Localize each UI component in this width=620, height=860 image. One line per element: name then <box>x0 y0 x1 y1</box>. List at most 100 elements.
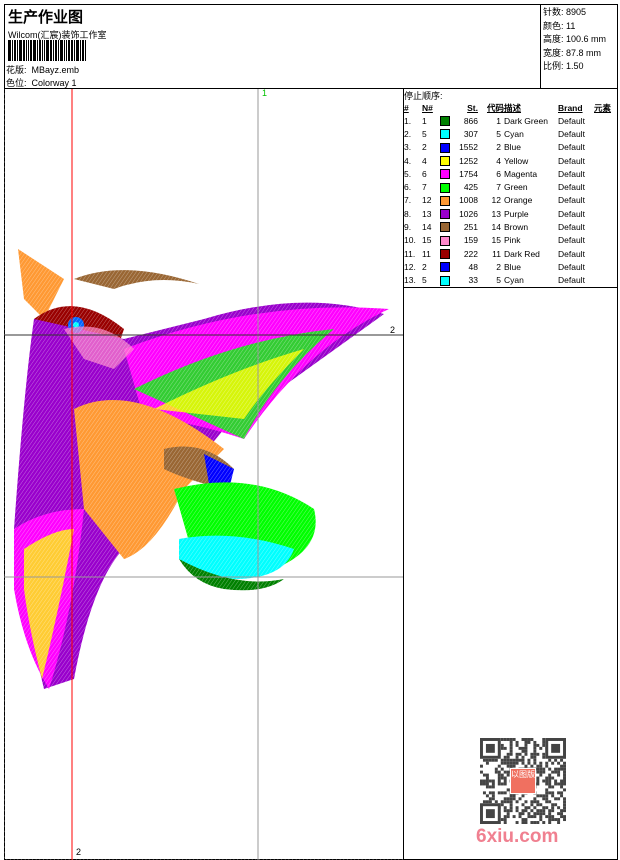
barcode-bar <box>76 40 79 61</box>
brand: Default <box>558 235 585 246</box>
color-swatch-cell <box>440 167 454 180</box>
row-index: 8. <box>404 208 412 219</box>
needle: 11 <box>422 248 431 259</box>
stitch-count: 425 <box>463 182 478 193</box>
stitch-count: 33 <box>468 275 478 286</box>
stitch-count: 866 <box>463 115 478 126</box>
barcode-bar <box>19 40 22 61</box>
barcode-bar <box>37 40 38 61</box>
color-swatch-cell <box>440 234 454 247</box>
stitch-count: 1026 <box>459 208 478 219</box>
colorway: 色位: Colorway 1 <box>6 76 77 89</box>
color-swatch-cell <box>440 114 454 127</box>
color-code: 14 <box>491 222 501 233</box>
brand: Default <box>558 195 585 206</box>
table-row: 11. 11 222 11 Dark Red Default <box>404 247 618 260</box>
color-code: 5 <box>496 275 501 286</box>
row-index: 5. <box>404 168 412 179</box>
color-swatch-cell <box>440 127 454 140</box>
needle: 14 <box>422 222 432 233</box>
design-info: 针数: 8905 颜色: 11 高度: 100.6 mm 宽度: 87.8 mm… <box>540 4 618 89</box>
table-row: 7. 12 1008 12 Orange Default <box>404 194 618 207</box>
barcode-bar <box>71 40 73 61</box>
table-row: 12. 2 48 2 Blue Default <box>404 260 618 273</box>
needle: 13 <box>422 208 432 219</box>
needle: 4 <box>422 155 427 166</box>
table-row: 8. 13 1026 13 Purple Default <box>404 207 618 220</box>
barcode-bar <box>66 40 67 61</box>
barcode-bar <box>74 40 75 61</box>
brand: Default <box>558 115 585 126</box>
row-index: 2. <box>404 128 412 139</box>
design-file: 花版: MBayz.emb <box>6 63 79 76</box>
needle: 5 <box>422 275 427 286</box>
color-description: Orange <box>504 195 533 206</box>
needle: 12 <box>422 195 432 206</box>
barcode-bar <box>14 40 16 61</box>
color-swatch <box>440 182 450 193</box>
brand: Default <box>558 155 585 166</box>
page-title: 生产作业图 <box>8 9 84 26</box>
color-description: Dark Green <box>504 115 548 126</box>
stitch-count: 1552 <box>459 142 478 153</box>
brand: Default <box>558 142 585 153</box>
watermark: 6xiu.com <box>476 826 559 847</box>
color-swatch-cell <box>440 194 454 207</box>
stitch-count: 307 <box>463 128 478 139</box>
stitch-count: 222 <box>463 248 478 259</box>
guide-label-h2: 2 <box>390 325 396 335</box>
barcode-bar <box>26 40 27 61</box>
needle: 2 <box>422 142 427 153</box>
row-index: 11. <box>404 248 416 259</box>
stitch-count: 159 <box>463 235 478 246</box>
color-description: Green <box>504 182 528 193</box>
brand: Default <box>558 248 585 259</box>
needle: 1 <box>422 115 427 126</box>
color-swatch <box>440 275 450 286</box>
row-index: 9. <box>404 222 412 233</box>
color-code: 1 <box>496 115 501 126</box>
color-swatch-cell <box>440 260 454 273</box>
table-row: 10. 15 159 15 Pink Default <box>404 234 618 247</box>
barcode-bar <box>39 40 41 61</box>
brand: Default <box>558 208 585 219</box>
brand: Default <box>558 128 585 139</box>
color-swatch-cell <box>440 141 454 154</box>
column-header: St. <box>467 102 478 113</box>
row-index: 1. <box>404 115 412 126</box>
color-description: Pink <box>504 235 521 246</box>
column-header: 元素 <box>594 102 612 113</box>
color-code: 7 <box>496 182 501 193</box>
barcode-bar <box>46 40 49 61</box>
seal-logo: 以图版 <box>510 768 536 794</box>
needle: 15 <box>422 235 432 246</box>
stop-sequence-panel: 停止顺序: # N# St. 代码 描述 Brand 元素 1. 1 866 1 Dark Gree… <box>404 89 618 288</box>
qr-code: 以图版 <box>480 738 566 824</box>
barcode-bar <box>44 40 45 61</box>
color-description: Yellow <box>504 155 529 166</box>
design-label: 花版: <box>6 65 27 75</box>
stitch-count: 251 <box>463 222 478 233</box>
row-index: 13. <box>404 275 416 286</box>
table-row: 1. 1 866 1 Dark Green Default <box>404 114 618 127</box>
column-header: 代码 <box>486 102 504 113</box>
barcode <box>8 40 106 61</box>
color-swatch <box>440 169 450 180</box>
table-row: 4. 4 1252 4 Yellow Default <box>404 154 618 167</box>
table-row: 13. 5 33 5 Cyan Default <box>404 274 618 287</box>
header: 生产作业图 Wilcom(汇宸)装饰工作室 花版: MBayz.emb 色位: … <box>4 4 618 89</box>
color-swatch-cell <box>440 180 454 193</box>
row-index: 7. <box>404 195 412 206</box>
color-description: Blue <box>504 261 522 272</box>
color-swatch <box>440 195 450 206</box>
table-row: 3. 2 1552 2 Blue Default <box>404 141 618 154</box>
needle: 2 <box>422 261 427 272</box>
color-swatch <box>440 129 450 140</box>
brand: Default <box>558 261 585 272</box>
stitch-count: 1754 <box>459 168 478 179</box>
color-code: 13 <box>491 208 501 219</box>
column-header: N# <box>422 102 433 113</box>
table-row: 5. 6 1754 6 Magenta Default <box>404 167 618 180</box>
needle: 5 <box>422 128 427 139</box>
column-header: 描述 <box>504 102 522 113</box>
